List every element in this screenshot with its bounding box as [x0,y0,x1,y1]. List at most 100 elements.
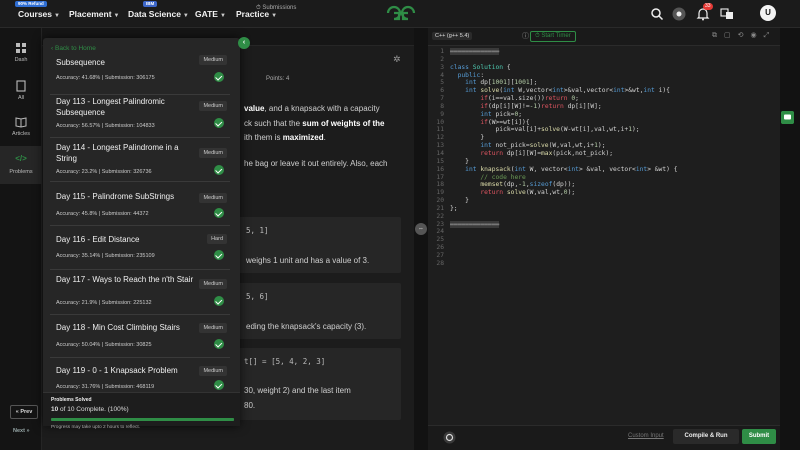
line-number: 6 [440,87,444,95]
ibm-badge: IBM [143,1,158,7]
info-icon[interactable]: ⓘ [522,31,529,41]
line-number: 13 [436,142,444,150]
gfg-logo-icon[interactable] [385,4,417,22]
line-numbers: 1 2 3 4 5 6 7 8 9 10 11 12 13 14 15 16 17 18 19 20 21 22 23 24 2… [428,48,444,268]
nav-courses[interactable]: Courses ▼ [18,9,60,19]
problem-list-item[interactable]: Day 115 - Palindrome SubStrings Medium Acc… [50,183,230,226]
nav-gate[interactable]: GATE ▼ [195,9,226,19]
example-3-line-3: 80. [244,401,256,410]
problem-text-span: ith them is [244,133,283,142]
chat-icon[interactable] [781,111,794,124]
chevron-down-icon: ▼ [54,13,60,19]
problem-meta: Accuracy: 23.2% | Submission: 326736 [56,169,152,175]
problem-list-item[interactable]: Subsequence Medium Accuracy: 41.68% | Subm… [50,53,230,95]
check-circle-icon [214,72,224,82]
language-select[interactable]: C++ (g++ 5.4) [432,32,473,40]
nav-data-science-label: Data Science [128,9,181,19]
chevron-down-icon: ▼ [271,13,278,19]
problem-list-item[interactable]: Day 119 - 0 - 1 Knapsack Problem Medium Ac… [50,358,230,394]
editor-tool-icons[interactable]: ⧉▢⟲◉⤢ [712,31,776,40]
solved-rest: of 10 Complete. (100%) [58,406,129,413]
problem-title: Day 114 - Longest Palindrome in a String [56,143,179,163]
check-circle-icon [214,118,224,128]
rail-problems-label: Problems [9,169,33,175]
code-content[interactable]: ▬▬▬▬▬▬▬▬▬▬▬▬▬ class Solution { public: i… [450,48,678,228]
line-number: 28 [436,259,444,267]
problem-meta: Accuracy: 56.57% | Submission: 104833 [56,123,155,129]
line-number: 11 [436,126,444,134]
problem-list-item[interactable]: Day 114 - Longest Palindrome in a String… [50,139,230,182]
line-number: 3 [440,63,444,71]
line-number: 4 [440,71,444,79]
search-icon[interactable] [650,7,664,21]
problem-title: Day 119 - 0 - 1 Knapsack Problem [56,366,178,375]
nav-placement[interactable]: Placement ▼ [69,9,119,19]
refund-badge: 90% Refund [15,1,47,7]
theme-toggle-icon[interactable] [672,7,686,21]
bug-icon[interactable]: ✲ [393,54,401,65]
problem-title: Subsequence [56,58,105,67]
example-3-line-2: 30, weight 2) and the last item [244,386,351,395]
avatar[interactable]: U [760,5,776,21]
line-number: 14 [436,149,444,157]
example-2-line-2: eding the knapsack's capacity (3). [246,322,367,331]
prev-button[interactable]: « Prev [10,405,38,419]
problem-meta: Accuracy: 45.8% | Submission: 44372 [56,211,149,217]
line-number: 16 [436,165,444,173]
problem-list-item[interactable]: Day 116 - Edit Distance Hard Accuracy: 35.… [50,226,230,270]
chevron-down-icon: ▼ [182,13,189,19]
nav-data-science[interactable]: Data Science ▼ [128,9,189,19]
problem-list-item[interactable]: Day 113 - Longest Palindromic Subsequenc… [50,95,230,138]
line-number: 24 [436,228,444,236]
problem-meta: Accuracy: 21.9% | Submission: 225132 [56,300,152,306]
points-label: Points: 4 [266,76,290,82]
problem-meta: Accuracy: 31.76% | Submission: 468119 [56,384,155,390]
line-number: 18 [436,181,444,189]
tab-submissions-label: Submissions [262,5,297,11]
start-timer-button[interactable]: ⏱ Start Timer [530,31,576,42]
problem-text-span: . [323,133,326,142]
progress-bar [51,418,234,421]
gear-icon[interactable] [443,431,456,444]
rail-all[interactable]: All [0,80,42,101]
submit-button[interactable]: Submit [742,429,776,444]
nav-gate-label: GATE [195,9,218,19]
line-number: 23 [436,220,444,228]
example-3-line-1: t[] = [5, 4, 2, 3] [244,357,326,366]
line-number: 7 [440,95,444,103]
check-circle-icon [214,250,224,260]
check-circle-icon [214,339,224,349]
problems-solved-title: Problems Solved [51,397,92,403]
line-number: 2 [440,55,444,63]
chevron-down-icon: ▼ [113,13,120,19]
problems-solved-count: 10 of 10 Complete. (100%) [51,406,129,413]
problem-list-item[interactable]: Day 118 - Min Cost Climbing Stairs Medium… [50,316,230,358]
resize-handle-icon[interactable]: ⇔ [415,223,427,235]
notification-count-badge: 33 [703,3,713,10]
problem-title: Day 116 - Edit Distance [56,235,140,244]
problem-text-line-4: he bag or leave it out entirely. Also, e… [244,159,388,168]
difficulty-badge: Medium [199,279,227,289]
line-number: 8 [440,102,444,110]
difficulty-badge: Medium [199,55,227,65]
example-1-line-1: 5, 1] [246,226,269,235]
compile-run-button[interactable]: Compile & Run [673,429,739,444]
example-1-line-2: weighs 1 unit and has a value of 3. [246,256,370,265]
translate-icon[interactable] [720,7,734,21]
rail-dash[interactable]: Dash [0,42,42,63]
next-button[interactable]: Next » [13,428,30,434]
difficulty-badge: Medium [199,366,227,376]
rail-articles[interactable]: Articles [0,116,42,137]
tab-submissions[interactable]: ⏱ Submissions [256,5,296,12]
line-number: 1 [440,48,444,55]
rail-problems[interactable]: </> Problems [0,146,42,184]
line-number: 22 [436,212,444,220]
custom-input-link[interactable]: Custom Input [628,433,664,439]
problem-meta: Accuracy: 35.14% | Submission: 235109 [56,253,155,259]
problem-text-line-1: value, and a knapsack with a capacity [244,103,380,114]
line-number: 26 [436,244,444,252]
back-to-home-link[interactable]: ‹ Back to Home [51,45,96,52]
problem-list-item[interactable]: Day 117 - Ways to Reach the n'th Stair Me… [50,270,230,315]
collapse-panel-button[interactable]: ‹ [238,37,250,49]
pane-divider[interactable] [414,28,428,450]
